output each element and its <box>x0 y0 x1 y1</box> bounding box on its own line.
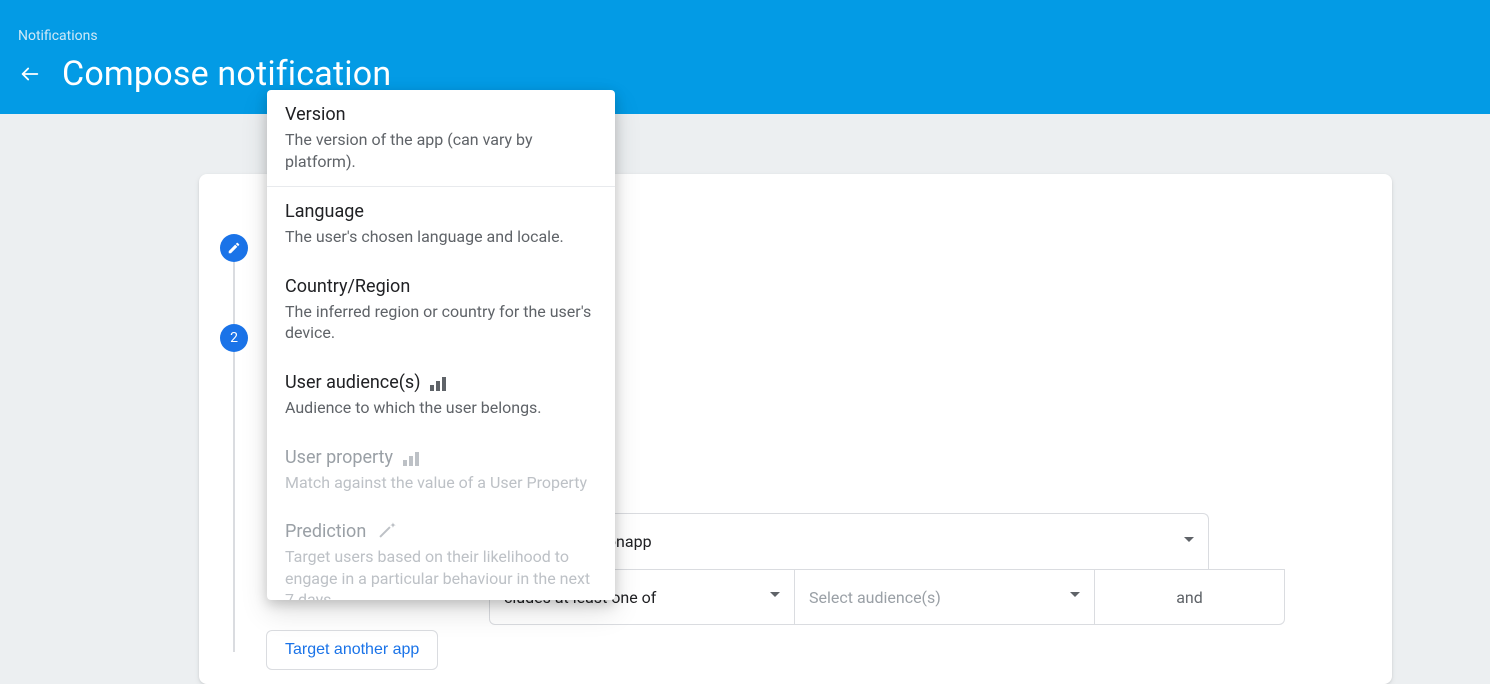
dropdown-item-label: Language <box>285 201 364 222</box>
dropdown-item-version[interactable]: Version The version of the app (can vary… <box>267 90 615 186</box>
page-header: Notifications Compose notification <box>0 0 1490 114</box>
dropdown-item-desc: Match against the value of a User Proper… <box>285 472 597 494</box>
analytics-icon <box>403 448 421 466</box>
audience-select[interactable]: Select audience(s) <box>795 569 1095 625</box>
dropdown-item-label: User audience(s) <box>285 372 420 393</box>
conjunction-cell[interactable]: and <box>1095 569 1285 625</box>
dropdown-item-label: Prediction <box>285 521 366 542</box>
dropdown-item-country[interactable]: Country/Region The inferred region or co… <box>267 262 615 358</box>
step-2-target[interactable]: 2 <box>220 324 248 352</box>
dropdown-item-desc: The inferred region or country for the u… <box>285 301 597 344</box>
analytics-icon <box>430 373 448 391</box>
dropdown-item-prediction: Prediction Target users based on their l… <box>267 507 615 600</box>
wand-icon <box>376 523 394 541</box>
conjunction-label: and <box>1176 588 1203 607</box>
back-arrow-icon[interactable] <box>18 62 42 86</box>
target-another-app-button[interactable]: Target another app <box>266 630 438 670</box>
stepper-line <box>233 262 235 324</box>
chevron-down-icon <box>1070 592 1080 602</box>
dropdown-item-desc: The user's chosen language and locale. <box>285 226 597 248</box>
dropdown-item-user-audiences[interactable]: User audience(s) Audience to which the u… <box>267 358 615 433</box>
dropdown-scroll[interactable]: Version The version of the app (can vary… <box>267 90 615 600</box>
breadcrumb[interactable]: Notifications <box>18 28 1472 44</box>
chevron-down-icon <box>770 592 780 602</box>
stepper-line <box>233 352 235 652</box>
dropdown-item-language[interactable]: Language The user's chosen language and … <box>267 187 615 262</box>
step-1-notification[interactable] <box>220 234 248 262</box>
dropdown-item-desc: Target users based on their likelihood t… <box>285 546 597 600</box>
dropdown-item-desc: Audience to which the user belongs. <box>285 397 597 419</box>
dropdown-item-user-property: User property Match against the value of… <box>267 433 615 508</box>
stepper: 2 <box>220 234 248 652</box>
dropdown-item-label: Version <box>285 104 346 125</box>
filter-type-dropdown: Version The version of the app (can vary… <box>267 90 615 600</box>
chevron-down-icon <box>1184 537 1194 547</box>
dropdown-item-label: User property <box>285 447 393 468</box>
dropdown-item-label: Country/Region <box>285 276 410 297</box>
page-title: Compose notification <box>62 54 391 94</box>
audience-select-placeholder: Select audience(s) <box>809 588 941 607</box>
dropdown-item-desc: The version of the app (can vary by plat… <box>285 129 597 172</box>
